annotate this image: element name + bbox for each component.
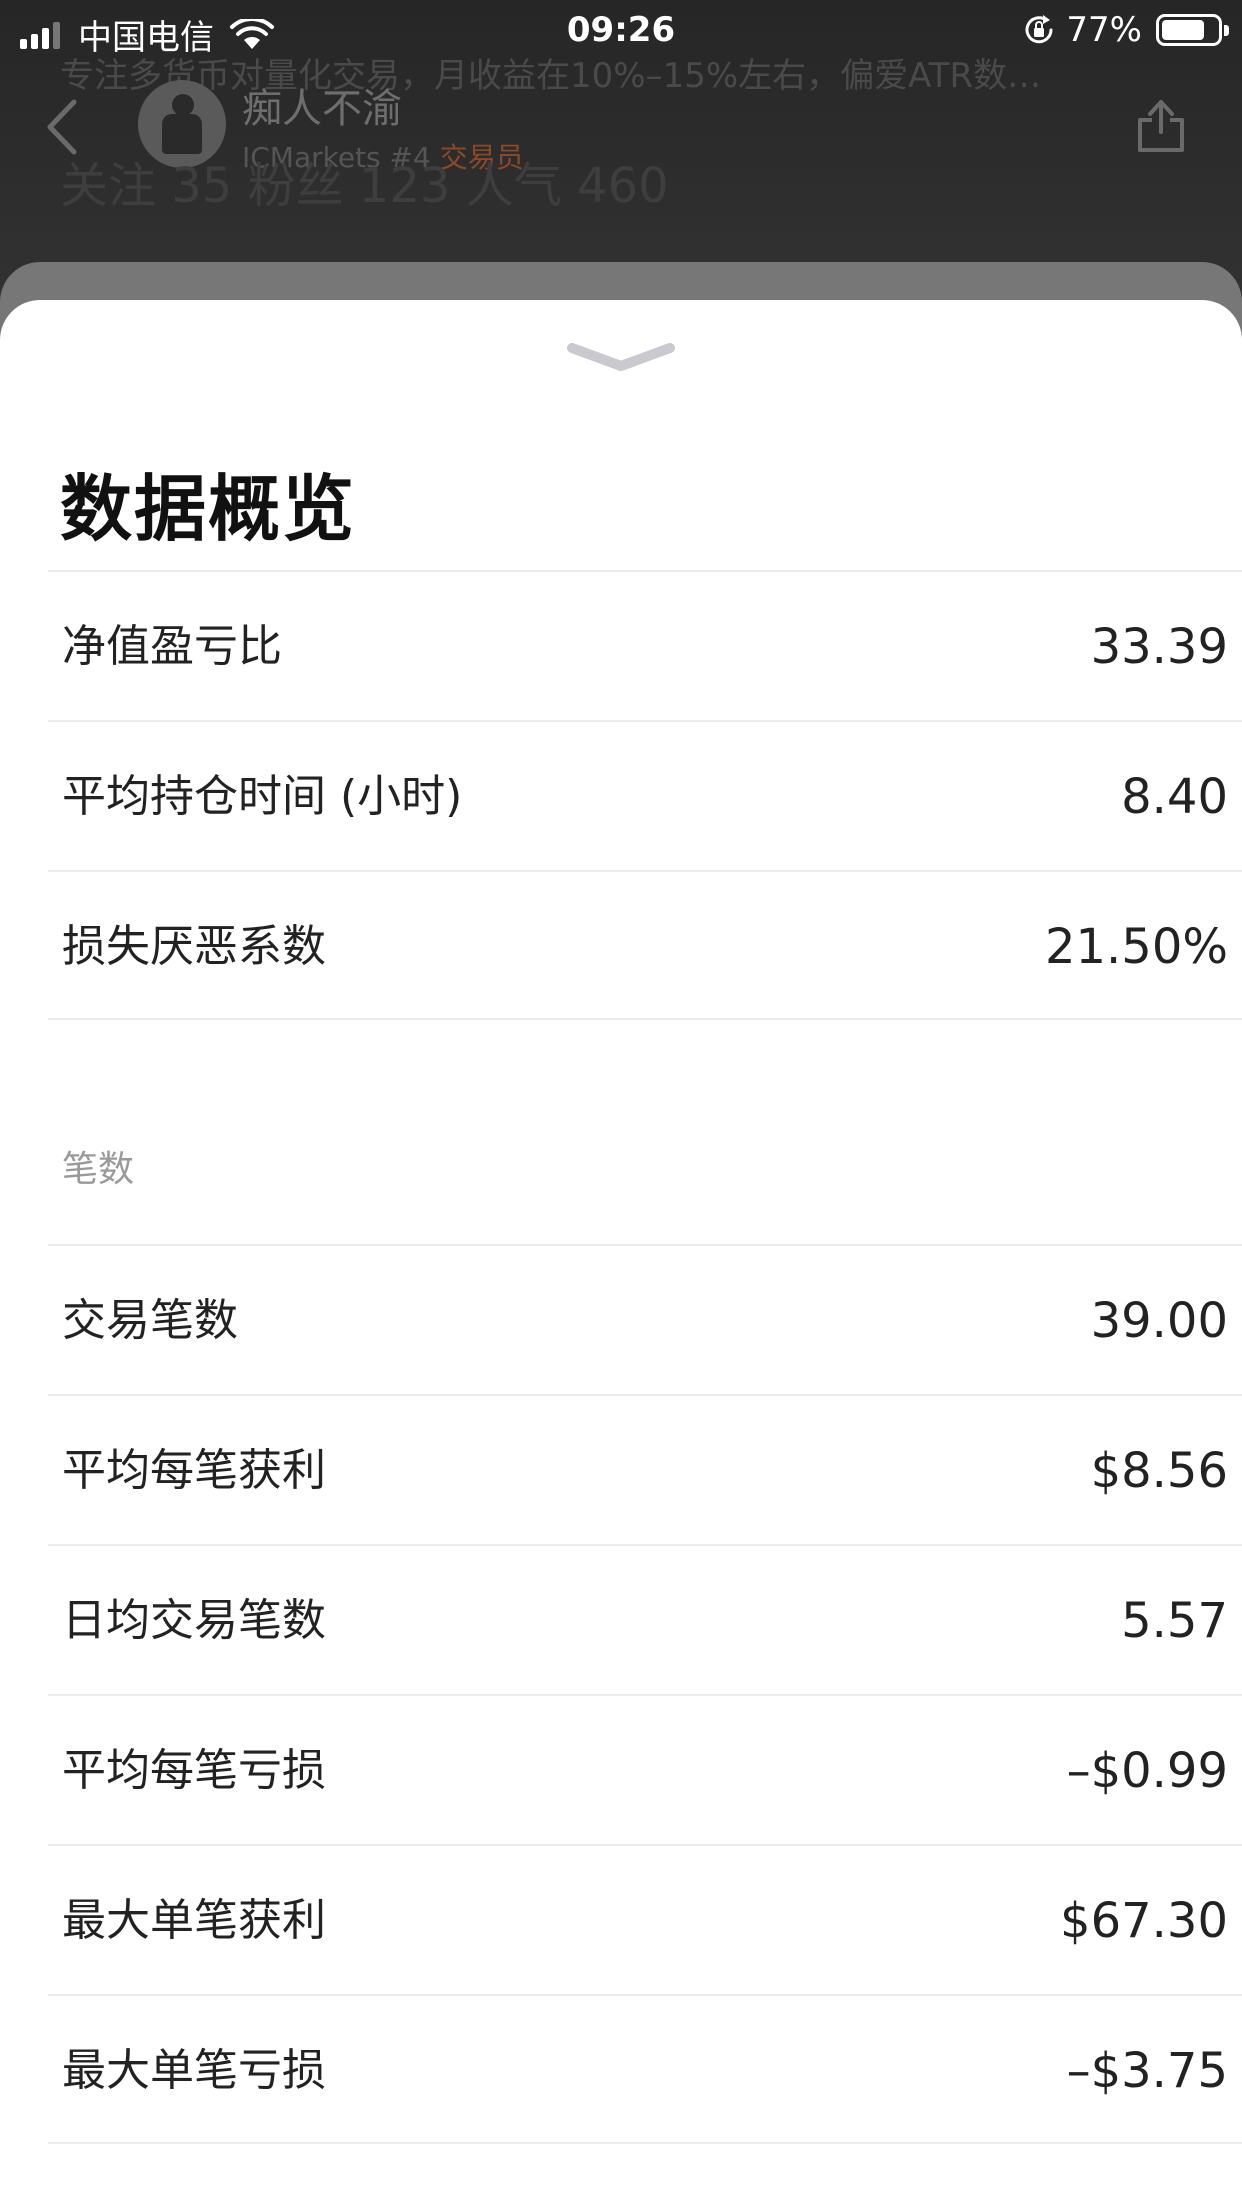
stat-label: 最大单笔获利 [62, 1895, 326, 1946]
stat-row-avg-loss-per-trade: 平均每笔亏损 –$0.99 [48, 1694, 1242, 1844]
stat-value: $67.30 [1060, 1893, 1228, 1949]
stat-value: 5.57 [1121, 1593, 1228, 1649]
profile-stats: 关注 35 粉丝 123 人气 460 [60, 158, 669, 214]
stat-label: 最大单笔亏损 [62, 2045, 326, 2096]
stat-row-loss-aversion: 损失厌恶系数 21.50% [48, 870, 1242, 1020]
stat-row-max-single-loss: 最大单笔亏损 –$3.75 [48, 1994, 1242, 2144]
section-title-trade-count: 笔数 [62, 1149, 135, 1190]
stat-value: 33.39 [1090, 619, 1228, 675]
stat-row-max-single-profit: 最大单笔获利 $67.30 [48, 1844, 1242, 1994]
stat-row-avg-profit-per-trade: 平均每笔获利 $8.56 [48, 1394, 1242, 1544]
stat-row-trade-count: 交易笔数 39.00 [48, 1244, 1242, 1394]
stat-row-daily-avg-trades: 日均交易笔数 5.57 [48, 1544, 1242, 1694]
stat-label: 净值盈亏比 [62, 621, 282, 672]
stat-label: 平均持仓时间 (小时) [62, 771, 463, 822]
stat-value: 39.00 [1090, 1293, 1228, 1349]
stat-value: 21.50% [1044, 919, 1228, 975]
stat-value: –$0.99 [1066, 1743, 1228, 1799]
stat-row-equity-pl-ratio: 净值盈亏比 33.39 [48, 570, 1242, 720]
battery-percentage: 77% [1066, 10, 1142, 50]
stat-label: 平均每笔亏损 [62, 1745, 326, 1796]
share-icon[interactable] [1134, 92, 1188, 154]
data-overview-sheet: 数据概览 净值盈亏比 33.39 平均持仓时间 (小时) 8.40 损失厌恶系数… [0, 300, 1242, 2208]
stat-label: 平均每笔获利 [62, 1445, 326, 1496]
profile-name: 痴人不渝 [242, 86, 402, 132]
collapse-chevron-icon[interactable] [566, 338, 676, 378]
battery-icon [1156, 14, 1229, 46]
stat-label: 交易笔数 [62, 1295, 238, 1346]
page-title: 数据概览 [60, 467, 357, 551]
stat-value: $8.56 [1090, 1443, 1228, 1499]
stat-label: 日均交易笔数 [62, 1595, 326, 1646]
stat-value: –$3.75 [1066, 2043, 1228, 2099]
rotation-lock-icon [1026, 15, 1053, 44]
stat-label: 损失厌恶系数 [62, 921, 326, 972]
status-bar: 中国电信 09:26 77% [0, 0, 1242, 62]
stat-row-avg-holding-time: 平均持仓时间 (小时) 8.40 [48, 720, 1242, 870]
stat-value: 8.40 [1121, 769, 1228, 825]
